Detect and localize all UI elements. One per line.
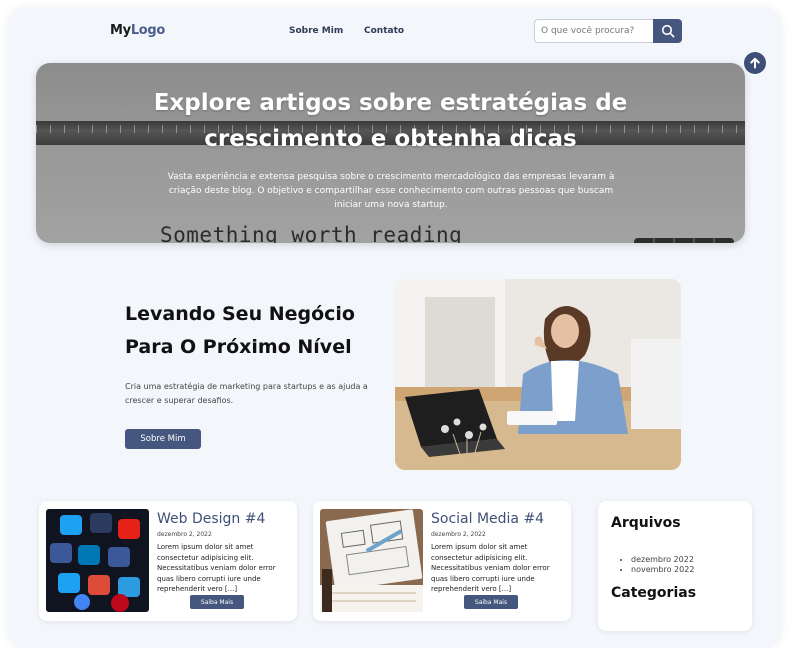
- hero-image-keys: [634, 238, 734, 243]
- feature-photo: [395, 279, 681, 470]
- hero-image-caption: Something worth reading: [160, 223, 463, 243]
- post-card-web-design[interactable]: Web Design #4 dezembro 2, 2022 Lorem ips…: [39, 501, 297, 621]
- archives-heading: Arquivos: [611, 515, 681, 531]
- about-me-button[interactable]: Sobre Mim: [125, 429, 201, 449]
- post-title[interactable]: Web Design #4: [157, 511, 265, 527]
- read-more-button[interactable]: Saiba Mais: [464, 595, 518, 609]
- post-card-social-media[interactable]: Social Media #4 dezembro 2, 2022 Lorem i…: [313, 501, 571, 621]
- archives-list: dezembro 2022 novembro 2022: [611, 555, 694, 575]
- categories-heading: Categorias: [611, 585, 697, 601]
- woman-laptop-photo: [395, 279, 681, 470]
- feature-title-line-2: Para O Próximo Nível: [125, 336, 352, 358]
- post-title[interactable]: Social Media #4: [431, 511, 544, 527]
- logo-main: My: [110, 23, 131, 38]
- post-excerpt: Lorem ipsum dolor sit amet consectetur a…: [431, 543, 550, 593]
- feature-title-line-1: Levando Seu Negócio: [125, 303, 355, 325]
- search-icon: [661, 24, 674, 38]
- hero-title-line-2: crescimento e obtenha dicas: [204, 126, 577, 152]
- wireframe-sketch-image: [320, 509, 423, 612]
- scroll-top-button[interactable]: [744, 52, 766, 74]
- logo-accent: Logo: [130, 23, 166, 38]
- feature-description: Cria uma estratégia de marketing para st…: [125, 382, 368, 405]
- hero-subtitle: Vasta experiência e extensa pesquisa sob…: [167, 172, 615, 210]
- post-date: dezembro 2, 2022: [431, 531, 486, 538]
- archive-link[interactable]: novembro 2022: [631, 565, 694, 575]
- search-input[interactable]: [534, 19, 653, 43]
- site-logo[interactable]: MyLogo: [110, 23, 165, 38]
- archive-link[interactable]: dezembro 2022: [631, 555, 694, 565]
- post-date: dezembro 2, 2022: [157, 531, 212, 538]
- search-button[interactable]: [653, 19, 682, 43]
- sidebar: Arquivos dezembro 2022 novembro 2022 Cat…: [598, 501, 752, 631]
- hero-banner: Something worth reading Explore artigos …: [36, 63, 745, 243]
- nav-link-sobre-mim[interactable]: Sobre Mim: [289, 26, 343, 36]
- post-excerpt: Lorem ipsum dolor sit amet consectetur a…: [157, 543, 276, 593]
- hero-title-line-1: Explore artigos sobre estratégias de: [153, 90, 628, 116]
- post-thumbnail[interactable]: [46, 509, 149, 612]
- social-apps-phone-image: [46, 509, 149, 612]
- read-more-button[interactable]: Saiba Mais: [190, 595, 244, 609]
- hero-title: Explore artigos sobre estratégias de cre…: [36, 85, 745, 157]
- feature-title: Levando Seu Negócio Para O Próximo Nível: [125, 298, 395, 364]
- post-thumbnail[interactable]: [320, 509, 423, 612]
- nav-link-contato[interactable]: Contato: [364, 26, 404, 36]
- arrow-up-icon: [750, 57, 760, 69]
